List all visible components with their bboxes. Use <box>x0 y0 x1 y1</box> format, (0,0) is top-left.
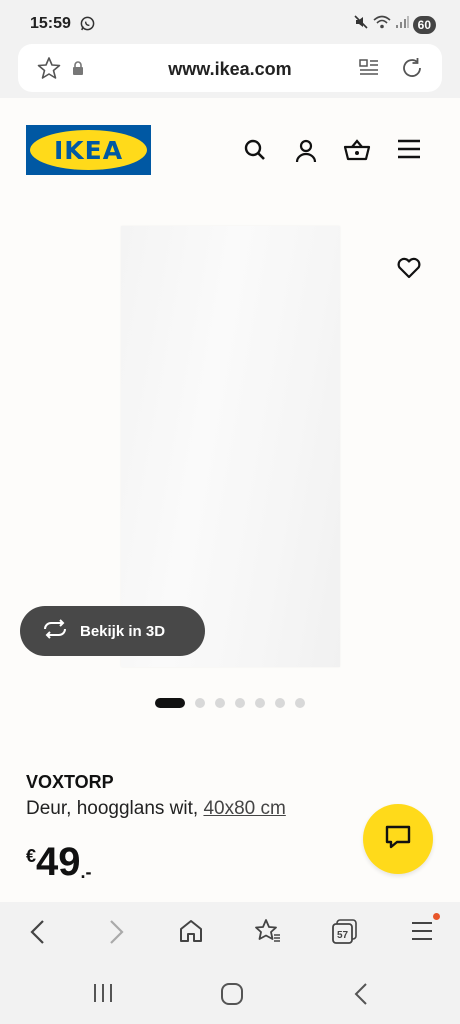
status-icons: 60 <box>353 14 436 35</box>
url-bar[interactable]: www.ikea.com <box>18 44 442 92</box>
home-button-icon[interactable] <box>220 982 244 1011</box>
whatsapp-icon <box>80 16 95 36</box>
status-bar: 15:59 60 <box>0 0 460 44</box>
price-currency: € <box>26 846 37 866</box>
product-desc-text: Deur, hoogglans wit, <box>26 798 204 819</box>
chat-button[interactable] <box>363 804 433 874</box>
ikea-logo[interactable]: IKEA <box>26 125 151 175</box>
reader-mode-icon[interactable] <box>358 57 380 84</box>
forward-arrow-icon[interactable] <box>106 918 126 951</box>
price-decimal: .- <box>80 862 92 882</box>
menu-icon[interactable] <box>397 138 421 165</box>
reload-icon[interactable] <box>400 56 424 85</box>
view-3d-button[interactable]: Bekijk in 3D <box>20 606 205 656</box>
notification-dot <box>433 913 440 920</box>
tabs-icon[interactable]: 57 <box>331 918 359 951</box>
search-icon[interactable] <box>243 138 267 167</box>
mute-icon <box>353 14 369 35</box>
browser-bottom-nav: 57 <box>0 902 460 962</box>
carousel-dot[interactable] <box>275 698 285 708</box>
account-icon[interactable] <box>294 138 318 169</box>
home-icon[interactable] <box>178 918 204 949</box>
back-arrow-icon[interactable] <box>28 918 48 951</box>
wifi-icon <box>373 14 391 35</box>
carousel-dot-active[interactable] <box>155 698 185 708</box>
logo-text: IKEA <box>53 135 124 165</box>
signal-icon <box>395 15 409 34</box>
favorite-heart-icon[interactable] <box>396 256 422 285</box>
product-size-link[interactable]: 40x80 cm <box>203 798 285 819</box>
tabs-count: 57 <box>337 930 349 941</box>
product-description: Deur, hoogglans wit, 40x80 cm <box>26 798 286 820</box>
system-nav-bar <box>0 962 460 1024</box>
carousel-dot[interactable] <box>215 698 225 708</box>
status-time: 15:59 <box>30 15 71 32</box>
view-3d-label: Bekijk in 3D <box>80 622 166 640</box>
system-back-icon[interactable] <box>352 982 370 1011</box>
chat-icon <box>384 824 412 855</box>
rotate-3d-icon <box>42 619 68 643</box>
carousel-dot[interactable] <box>255 698 265 708</box>
carousel-indicator <box>0 698 460 708</box>
browser-menu-icon[interactable] <box>410 918 434 949</box>
recent-apps-icon[interactable] <box>92 982 114 1009</box>
shopping-basket-icon[interactable] <box>343 138 371 167</box>
browser-toolbar: www.ikea.com <box>0 44 460 98</box>
product-name: VOXTORP <box>26 772 114 792</box>
carousel-dot[interactable] <box>295 698 305 708</box>
carousel-dot[interactable] <box>195 698 205 708</box>
battery-indicator: 60 <box>412 15 436 34</box>
carousel-dot[interactable] <box>235 698 245 708</box>
price-integer: 49 <box>36 840 81 884</box>
site-header: IKEA <box>0 98 460 198</box>
product-price: € 49 .- <box>26 842 92 883</box>
product-image[interactable] <box>121 226 340 667</box>
bookmarks-star-icon[interactable] <box>254 918 282 949</box>
